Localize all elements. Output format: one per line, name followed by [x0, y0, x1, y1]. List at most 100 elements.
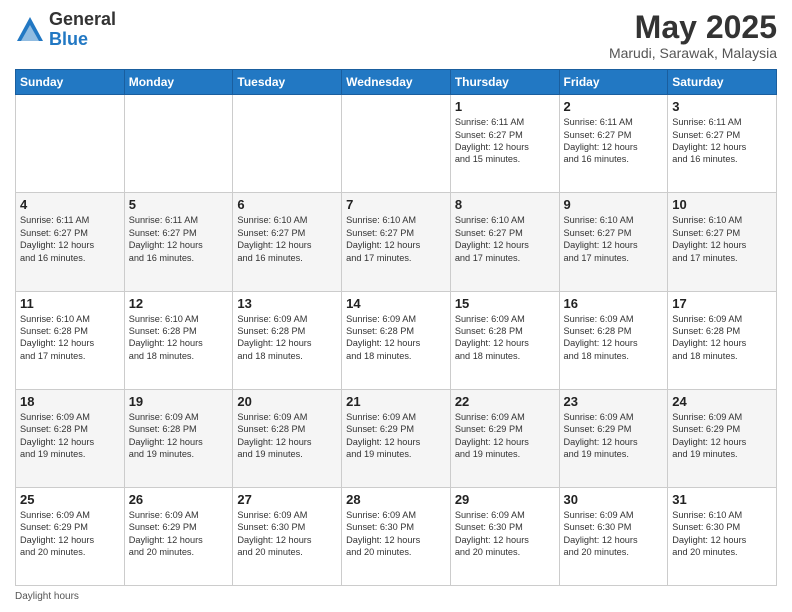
- day-number: 26: [129, 492, 229, 507]
- weekday-header-wednesday: Wednesday: [342, 70, 451, 95]
- day-info: Sunrise: 6:11 AM Sunset: 6:27 PM Dayligh…: [564, 116, 664, 166]
- calendar-week-row: 1Sunrise: 6:11 AM Sunset: 6:27 PM Daylig…: [16, 95, 777, 193]
- day-info: Sunrise: 6:09 AM Sunset: 6:28 PM Dayligh…: [455, 313, 555, 363]
- location: Marudi, Sarawak, Malaysia: [609, 45, 777, 61]
- day-info: Sunrise: 6:09 AM Sunset: 6:28 PM Dayligh…: [564, 313, 664, 363]
- calendar-cell: 20Sunrise: 6:09 AM Sunset: 6:28 PM Dayli…: [233, 389, 342, 487]
- month-title: May 2025: [609, 10, 777, 45]
- day-number: 16: [564, 296, 664, 311]
- day-info: Sunrise: 6:09 AM Sunset: 6:29 PM Dayligh…: [564, 411, 664, 461]
- logo: General Blue: [15, 10, 116, 50]
- day-number: 17: [672, 296, 772, 311]
- calendar-cell: 21Sunrise: 6:09 AM Sunset: 6:29 PM Dayli…: [342, 389, 451, 487]
- day-number: 27: [237, 492, 337, 507]
- calendar-cell: 17 Sunrise: 6:09 AM Sunset: 6:28 PM Dayli…: [668, 291, 777, 389]
- day-number: 30: [564, 492, 664, 507]
- day-number: 10: [672, 197, 772, 212]
- day-info: Sunrise: 6:09 AM Sunset: 6:30 PM Dayligh…: [346, 509, 446, 559]
- calendar-cell: [342, 95, 451, 193]
- calendar-week-row: 25Sunrise: 6:09 AM Sunset: 6:29 PM Dayli…: [16, 487, 777, 585]
- calendar-cell: 4 Sunrise: 6:11 AM Sunset: 6:27 PM Daylig…: [16, 193, 125, 291]
- day-number: 19: [129, 394, 229, 409]
- calendar-cell: 22 Sunrise: 6:09 AM Sunset: 6:29 PM Dayli…: [450, 389, 559, 487]
- day-number: 25: [20, 492, 120, 507]
- calendar-cell: 16 Sunrise: 6:09 AM Sunset: 6:28 PM Dayli…: [559, 291, 668, 389]
- day-info: Sunrise: 6:10 AM Sunset: 6:30 PM Dayligh…: [672, 509, 772, 559]
- day-number: 7: [346, 197, 446, 212]
- weekday-header-sunday: Sunday: [16, 70, 125, 95]
- day-info: Sunrise: 6:09 AM Sunset: 6:30 PM Dayligh…: [455, 509, 555, 559]
- day-info: Sunrise: 6:11 AM Sunset: 6:27 PM Dayligh…: [672, 116, 772, 166]
- day-info: Sunrise: 6:11 AM Sunset: 6:27 PM Dayligh…: [455, 116, 555, 166]
- calendar-cell: 10 Sunrise: 6:10 AM Sunset: 6:27 PM Dayli…: [668, 193, 777, 291]
- page: General Blue May 2025 Marudi, Sarawak, M…: [0, 0, 792, 612]
- day-info: Sunrise: 6:09 AM Sunset: 6:30 PM Dayligh…: [564, 509, 664, 559]
- day-info: Sunrise: 6:10 AM Sunset: 6:27 PM Dayligh…: [455, 214, 555, 264]
- calendar-week-row: 4 Sunrise: 6:11 AM Sunset: 6:27 PM Daylig…: [16, 193, 777, 291]
- day-info: Sunrise: 6:09 AM Sunset: 6:28 PM Dayligh…: [237, 411, 337, 461]
- calendar-cell: 27 Sunrise: 6:09 AM Sunset: 6:30 PM Dayli…: [233, 487, 342, 585]
- calendar-cell: [233, 95, 342, 193]
- day-info: Sunrise: 6:10 AM Sunset: 6:28 PM Dayligh…: [20, 313, 120, 363]
- calendar-cell: [16, 95, 125, 193]
- logo-general-text: General: [49, 9, 116, 29]
- day-info: Sunrise: 6:09 AM Sunset: 6:30 PM Dayligh…: [237, 509, 337, 559]
- calendar-cell: 9 Sunrise: 6:10 AM Sunset: 6:27 PM Daylig…: [559, 193, 668, 291]
- day-number: 11: [20, 296, 120, 311]
- footer: Daylight hours: [15, 591, 777, 602]
- logo-blue-text: Blue: [49, 29, 88, 49]
- calendar-cell: 12Sunrise: 6:10 AM Sunset: 6:28 PM Dayli…: [124, 291, 233, 389]
- calendar-cell: 28Sunrise: 6:09 AM Sunset: 6:30 PM Dayli…: [342, 487, 451, 585]
- weekday-header-tuesday: Tuesday: [233, 70, 342, 95]
- day-number: 15: [455, 296, 555, 311]
- day-info: Sunrise: 6:09 AM Sunset: 6:28 PM Dayligh…: [672, 313, 772, 363]
- day-info: Sunrise: 6:09 AM Sunset: 6:29 PM Dayligh…: [455, 411, 555, 461]
- day-info: Sunrise: 6:10 AM Sunset: 6:27 PM Dayligh…: [672, 214, 772, 264]
- calendar-cell: 11 Sunrise: 6:10 AM Sunset: 6:28 PM Dayli…: [16, 291, 125, 389]
- day-info: Sunrise: 6:11 AM Sunset: 6:27 PM Dayligh…: [129, 214, 229, 264]
- day-number: 6: [237, 197, 337, 212]
- day-number: 5: [129, 197, 229, 212]
- calendar-cell: 14Sunrise: 6:09 AM Sunset: 6:28 PM Dayli…: [342, 291, 451, 389]
- calendar-cell: 24 Sunrise: 6:09 AM Sunset: 6:29 PM Dayli…: [668, 389, 777, 487]
- day-number: 12: [129, 296, 229, 311]
- header: General Blue May 2025 Marudi, Sarawak, M…: [15, 10, 777, 61]
- calendar-week-row: 18Sunrise: 6:09 AM Sunset: 6:28 PM Dayli…: [16, 389, 777, 487]
- calendar-cell: 30 Sunrise: 6:09 AM Sunset: 6:30 PM Dayli…: [559, 487, 668, 585]
- day-number: 14: [346, 296, 446, 311]
- calendar-cell: 13Sunrise: 6:09 AM Sunset: 6:28 PM Dayli…: [233, 291, 342, 389]
- day-number: 4: [20, 197, 120, 212]
- day-number: 8: [455, 197, 555, 212]
- day-number: 31: [672, 492, 772, 507]
- day-number: 13: [237, 296, 337, 311]
- calendar-cell: 19Sunrise: 6:09 AM Sunset: 6:28 PM Dayli…: [124, 389, 233, 487]
- calendar-cell: 25Sunrise: 6:09 AM Sunset: 6:29 PM Dayli…: [16, 487, 125, 585]
- calendar-cell: 18Sunrise: 6:09 AM Sunset: 6:28 PM Dayli…: [16, 389, 125, 487]
- day-number: 22: [455, 394, 555, 409]
- day-number: 23: [564, 394, 664, 409]
- calendar-cell: 23 Sunrise: 6:09 AM Sunset: 6:29 PM Dayli…: [559, 389, 668, 487]
- day-number: 9: [564, 197, 664, 212]
- weekday-header-friday: Friday: [559, 70, 668, 95]
- weekday-header-monday: Monday: [124, 70, 233, 95]
- calendar-cell: 6Sunrise: 6:10 AM Sunset: 6:27 PM Daylig…: [233, 193, 342, 291]
- calendar-cell: 1Sunrise: 6:11 AM Sunset: 6:27 PM Daylig…: [450, 95, 559, 193]
- day-info: Sunrise: 6:09 AM Sunset: 6:29 PM Dayligh…: [672, 411, 772, 461]
- calendar-cell: 2 Sunrise: 6:11 AM Sunset: 6:27 PM Daylig…: [559, 95, 668, 193]
- day-number: 2: [564, 99, 664, 114]
- weekday-header-row: SundayMondayTuesdayWednesdayThursdayFrid…: [16, 70, 777, 95]
- calendar-cell: 3 Sunrise: 6:11 AM Sunset: 6:27 PM Daylig…: [668, 95, 777, 193]
- day-number: 24: [672, 394, 772, 409]
- calendar-cell: 29Sunrise: 6:09 AM Sunset: 6:30 PM Dayli…: [450, 487, 559, 585]
- day-info: Sunrise: 6:09 AM Sunset: 6:28 PM Dayligh…: [20, 411, 120, 461]
- day-info: Sunrise: 6:10 AM Sunset: 6:27 PM Dayligh…: [346, 214, 446, 264]
- calendar-cell: 7 Sunrise: 6:10 AM Sunset: 6:27 PM Daylig…: [342, 193, 451, 291]
- day-info: Sunrise: 6:11 AM Sunset: 6:27 PM Dayligh…: [20, 214, 120, 264]
- calendar-cell: 31 Sunrise: 6:10 AM Sunset: 6:30 PM Dayli…: [668, 487, 777, 585]
- weekday-header-saturday: Saturday: [668, 70, 777, 95]
- logo-icon: [15, 15, 45, 45]
- calendar-cell: [124, 95, 233, 193]
- day-info: Sunrise: 6:10 AM Sunset: 6:27 PM Dayligh…: [564, 214, 664, 264]
- day-number: 3: [672, 99, 772, 114]
- calendar-week-row: 11 Sunrise: 6:10 AM Sunset: 6:28 PM Dayli…: [16, 291, 777, 389]
